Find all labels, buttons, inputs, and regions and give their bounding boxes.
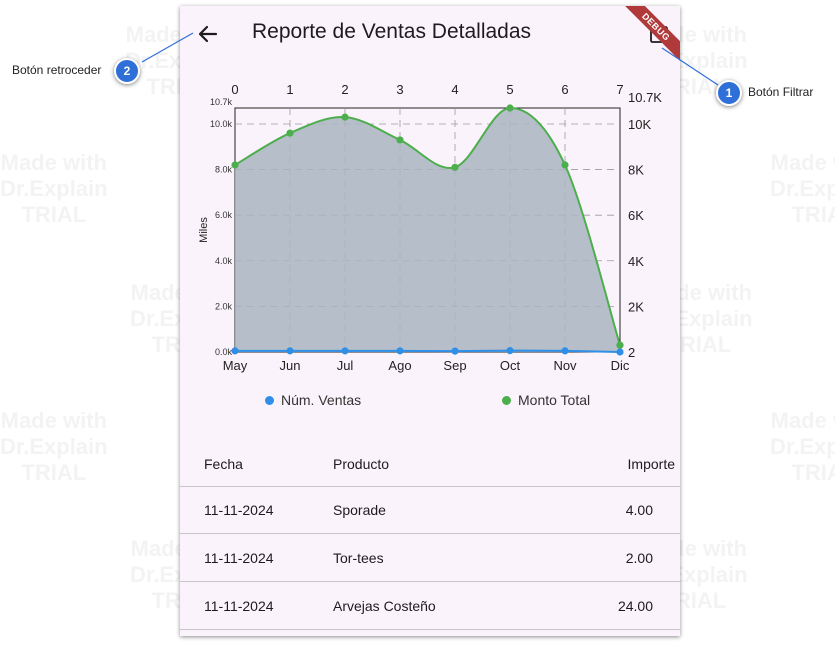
point-num-ventas — [231, 347, 239, 355]
column-header-amount: Importe — [627, 456, 675, 472]
x-axis-label: Sep — [443, 358, 466, 373]
y-left-tick-label: 8.0k — [215, 165, 233, 175]
y-left-tick-label: 6.0k — [215, 210, 233, 220]
point-num-ventas — [286, 347, 294, 355]
callout-label-filter: Botón Filtrar — [748, 85, 814, 99]
point-num-ventas — [451, 347, 459, 355]
point-num-ventas — [616, 348, 624, 356]
point-num-ventas — [561, 347, 569, 355]
cell-date: 11-11-2024 — [204, 502, 274, 518]
y-left-tick-label: 2.0k — [215, 301, 233, 311]
x-top-tick-label: 6 — [561, 82, 568, 97]
x-axis-label: Jun — [280, 358, 301, 373]
x-top-tick-label: 4 — [451, 82, 458, 97]
page-title: Reporte de Ventas Detalladas — [252, 20, 532, 43]
point-monto-total — [561, 161, 569, 169]
x-axis-label: Dic — [611, 358, 630, 373]
column-header-product: Producto — [333, 456, 390, 472]
watermark: Made with Dr.Explain TRIAL — [0, 150, 108, 227]
callout-badge-1: 1 — [716, 80, 742, 106]
y-left-max-label: 10.7k — [210, 97, 233, 107]
x-axis-label: Nov — [553, 358, 577, 373]
cell-amount: 2.00 — [625, 550, 653, 566]
y-left-tick-label: 10.0k — [210, 119, 233, 129]
x-axis-label: May — [223, 358, 248, 373]
point-monto-total — [286, 129, 294, 137]
app-screen: Reporte de Ventas Detalladas DEBUG 0 1 2 3 4… — [180, 6, 680, 636]
cell-product: Tor-tees — [333, 550, 384, 566]
y-right-tick-label: 10K — [628, 117, 651, 132]
legend-item-ventas: Núm. Ventas — [265, 392, 361, 408]
y-left-tick-label: 0.0k — [215, 347, 233, 357]
point-monto-total — [616, 341, 624, 349]
chart-legend: Núm. Ventas Monto Total — [180, 392, 680, 412]
x-top-tick-label: 1 — [286, 82, 293, 97]
column-header-date: Fecha — [204, 456, 243, 472]
y-right-tick-label: 4K — [628, 254, 644, 269]
legend-dot-blue — [265, 395, 274, 405]
table-header: Fecha Producto Importe — [180, 436, 680, 487]
area-monto-total — [235, 107, 620, 352]
table-row[interactable]: 11-11-2024 Tor-tees 2.00 — [180, 534, 680, 582]
x-axis-label: Oct — [500, 358, 521, 373]
point-monto-total — [451, 163, 459, 171]
cell-date: 11-11-2024 — [204, 550, 274, 566]
cell-product: Arvejas Costeño — [333, 598, 436, 614]
arrow-left-icon — [198, 25, 218, 43]
x-top-tick-label: 7 — [616, 82, 623, 97]
y-right-tick-label: 8K — [628, 163, 644, 178]
legend-item-monto: Monto Total — [502, 392, 590, 408]
x-top-tick-label: 2 — [341, 82, 348, 97]
point-monto-total — [396, 136, 404, 144]
x-top-tick-label: 5 — [506, 82, 513, 97]
y-left-axis-title: Miles — [198, 217, 210, 243]
y-right-tick-label: 2 — [628, 345, 635, 360]
y-right-tick-label: 2K — [628, 299, 644, 314]
watermark: Made with Dr.Explain TRIAL — [770, 150, 835, 227]
callout-badge-2: 2 — [114, 58, 140, 84]
point-num-ventas — [396, 347, 404, 355]
table-row[interactable]: 11-11-2024 Arvejas Costeño 24.00 — [180, 582, 680, 630]
x-top-tick-label: 3 — [396, 82, 403, 97]
point-num-ventas — [506, 347, 514, 355]
legend-label: Monto Total — [518, 392, 591, 408]
x-top-tick-label: 0 — [231, 82, 238, 97]
point-monto-total — [231, 161, 239, 169]
cell-product: Sporade — [333, 502, 386, 518]
watermark: Made with Dr.Explain TRIAL — [770, 408, 835, 485]
cell-amount: 4.00 — [625, 502, 653, 518]
back-button[interactable] — [194, 20, 222, 48]
table-row[interactable]: 11-11-2024 Sporade 4.00 — [180, 486, 680, 534]
y-right-max-label: 10.7K — [628, 90, 662, 105]
watermark: Made with Dr.Explain TRIAL — [0, 408, 108, 485]
cell-date: 11-11-2024 — [204, 598, 274, 614]
point-num-ventas — [341, 347, 349, 355]
y-left-tick-label: 4.0k — [215, 256, 233, 266]
point-monto-total — [341, 113, 349, 121]
legend-dot-green — [502, 395, 511, 405]
legend-label: Núm. Ventas — [281, 392, 362, 408]
point-monto-total — [506, 104, 514, 112]
x-axis-label: Ago — [388, 358, 411, 373]
sales-chart: 0 1 2 3 4 5 6 7 May Jun Jul Ago Sep Oct Nov Dic 0.0k 2.0k… — [198, 82, 662, 373]
callout-label-back: Botón retroceder — [12, 63, 102, 77]
x-axis-label: Jul — [337, 358, 354, 373]
app-bar: Reporte de Ventas Detalladas DEBUG — [180, 6, 680, 68]
y-right-tick-label: 6K — [628, 208, 644, 223]
cell-amount: 24.00 — [617, 598, 653, 614]
